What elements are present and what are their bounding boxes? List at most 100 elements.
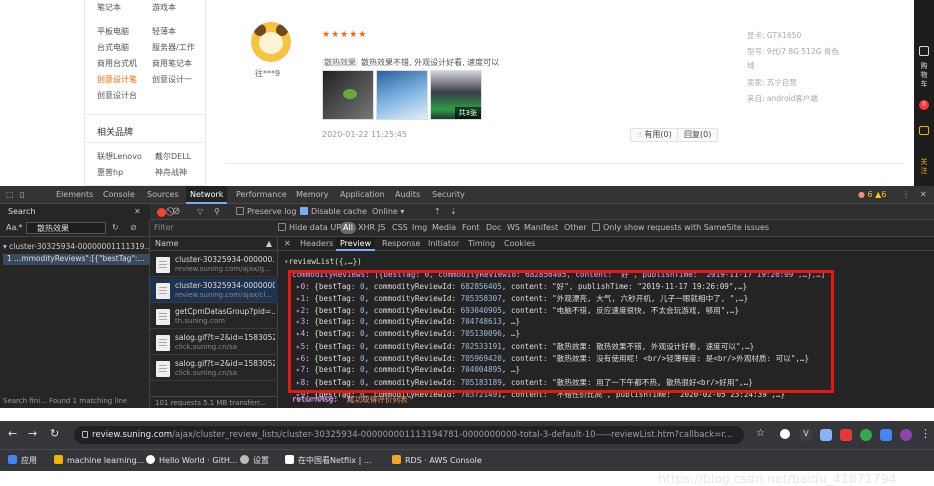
disable-cache-checkbox[interactable]: Disable cache xyxy=(300,204,367,220)
json-commodity-reviews[interactable]: commodityReviews: [{bestTag: 0, commodit… xyxy=(292,269,922,280)
category-link[interactable]: 轻薄本 xyxy=(152,26,207,37)
reply-button[interactable]: 回复(0) xyxy=(677,128,719,142)
refresh-icon[interactable]: ↻ xyxy=(112,220,119,236)
filter-icon[interactable]: ▽ xyxy=(197,204,203,220)
extension-icon[interactable] xyxy=(880,429,892,441)
filter-input[interactable]: Filter xyxy=(154,220,174,236)
json-item-row[interactable]: ▸0: {bestTag: 0, commodityReviewId: 6828… xyxy=(296,281,747,292)
filter-ws[interactable]: WS xyxy=(507,220,520,236)
back-button[interactable]: ← xyxy=(8,428,17,440)
filter-font[interactable]: Font xyxy=(462,220,479,236)
brand-link[interactable]: 神舟战神 xyxy=(155,167,187,178)
json-item-row[interactable]: ▸3: {bestTag: 0, commodityReviewId: 7047… xyxy=(296,317,520,326)
tab-headers[interactable]: Headers xyxy=(300,237,333,251)
samesite-checkbox[interactable]: Only show requests with SameSite issues xyxy=(592,220,769,236)
request-row[interactable]: cluster-30325934-000000... review.suning… xyxy=(150,252,278,277)
json-item-row[interactable]: ▸6: {bestTag: 0, commodityReviewId: 7059… xyxy=(296,353,809,364)
bookmark-item[interactable]: 在中国看Netflix | ... xyxy=(285,454,371,468)
json-item-row[interactable]: ▸4: {bestTag: 0, commodityReviewId: 7051… xyxy=(296,329,520,338)
tab-elements[interactable]: Elements xyxy=(56,186,93,204)
cancel-icon[interactable]: ⊘ xyxy=(130,220,137,236)
tab-initiator[interactable]: Initiator xyxy=(428,237,459,251)
cart-icon[interactable] xyxy=(919,46,929,56)
regex-toggle[interactable]: .* xyxy=(16,220,23,236)
request-row[interactable]: getCpmDatasGroup?pid=... th.suning.com xyxy=(150,304,278,329)
filter-js[interactable]: JS xyxy=(378,220,385,236)
category-link[interactable]: 商用笔记本 xyxy=(152,58,207,69)
json-item-row[interactable]: ▸8: {bestTag: 0, commodityReviewId: 7051… xyxy=(296,377,753,388)
filter-css[interactable]: CSS xyxy=(392,220,408,236)
brand-link[interactable]: 戴尔DELL xyxy=(155,151,191,162)
json-root[interactable]: ▾reviewList({,…}) xyxy=(284,257,362,266)
category-link[interactable]: 游戏本 xyxy=(152,2,207,13)
tab-network[interactable]: Network xyxy=(186,186,228,204)
tab-response[interactable]: Response xyxy=(382,237,420,251)
filter-img[interactable]: Img xyxy=(412,220,427,236)
tab-cookies[interactable]: Cookies xyxy=(504,237,535,251)
extension-icon[interactable] xyxy=(780,429,790,439)
review-photo[interactable] xyxy=(376,70,428,120)
close-detail-icon[interactable]: ✕ xyxy=(284,237,291,251)
category-link[interactable]: 商用台式机 xyxy=(97,58,152,69)
column-header-name[interactable]: Name ▲ xyxy=(150,237,278,251)
filter-doc[interactable]: Doc xyxy=(486,220,501,236)
category-link[interactable]: 笔记本 xyxy=(97,2,152,13)
reload-button[interactable]: ↻ xyxy=(50,428,59,440)
bookmark-apps[interactable]: 应用 xyxy=(8,454,37,468)
category-link[interactable]: 服务器/工作 xyxy=(152,42,207,53)
inspect-icon[interactable]: ⬚ xyxy=(6,186,14,204)
request-row[interactable]: salog.gif?t=2&id=1583052... click.suning… xyxy=(150,356,278,381)
throttling-select[interactable]: Online ▾ xyxy=(372,204,404,220)
category-link[interactable]: 台式电脑 xyxy=(97,42,152,53)
bookmark-item[interactable]: Hello World · GitH... xyxy=(146,454,237,468)
tab-security[interactable]: Security xyxy=(432,186,465,204)
brand-link[interactable]: 惠普hp xyxy=(97,167,123,178)
bookmark-item[interactable]: machine learning... xyxy=(54,454,144,468)
cart-label[interactable]: 购物车 xyxy=(918,62,930,89)
tab-console[interactable]: Console xyxy=(103,186,135,204)
more-options-icon[interactable]: ⋮ xyxy=(902,186,910,204)
request-row-selected[interactable]: cluster-30325934-0000000... review.sunin… xyxy=(150,278,278,303)
filter-all-button[interactable]: All xyxy=(340,222,356,234)
bookmark-item[interactable]: RDS · AWS Console xyxy=(392,454,482,468)
filter-manifest[interactable]: Manifest xyxy=(524,220,558,236)
tab-audits[interactable]: Audits xyxy=(395,186,420,204)
tab-preview[interactable]: Preview xyxy=(336,237,376,251)
match-case-toggle[interactable]: Aa xyxy=(6,220,16,236)
clear-icon[interactable]: ⊘ xyxy=(172,204,180,220)
useful-button[interactable]: ☝ 有用(0) xyxy=(630,128,679,142)
tab-application[interactable]: Application xyxy=(340,186,385,204)
json-item-row[interactable]: ▸7: {bestTag: 0, commodityReviewId: 7040… xyxy=(296,365,520,374)
category-link[interactable]: 创意设计一 xyxy=(152,74,207,85)
filter-media[interactable]: Media xyxy=(432,220,456,236)
tab-timing[interactable]: Timing xyxy=(468,237,495,251)
close-search-icon[interactable]: ✕ xyxy=(134,204,141,220)
record-icon[interactable] xyxy=(157,208,166,217)
favorite-label[interactable]: 关注 xyxy=(918,158,930,176)
review-photo[interactable] xyxy=(322,70,374,120)
brand-link[interactable]: 联想Lenovo xyxy=(97,151,142,162)
json-item-row[interactable]: ▸1: {bestTag: 0, commodityReviewId: 7053… xyxy=(296,293,748,304)
filter-xhr[interactable]: XHR xyxy=(358,220,375,236)
category-link[interactable]: 平板电脑 xyxy=(97,26,152,37)
extension-icon[interactable] xyxy=(820,429,832,441)
preserve-log-checkbox[interactable]: Preserve log xyxy=(236,204,297,220)
extension-v-icon[interactable]: V xyxy=(800,429,812,441)
address-bar[interactable]: review.suning.com/ajax/cluster_review_li… xyxy=(74,426,744,444)
category-link[interactable]: 创意设计笔 xyxy=(97,74,152,85)
bookmark-star-icon[interactable]: ☆ xyxy=(756,428,765,440)
tab-memory[interactable]: Memory xyxy=(296,186,329,204)
request-row[interactable]: salog.gif?t=2&id=1583052... click.suning… xyxy=(150,330,278,355)
export-icon[interactable]: ⇣ xyxy=(450,204,457,220)
forward-button[interactable]: → xyxy=(28,428,37,440)
tab-performance[interactable]: Performance xyxy=(236,186,287,204)
message-icon[interactable] xyxy=(919,126,929,135)
extension-icon[interactable] xyxy=(840,429,852,441)
close-icon[interactable]: ✕ xyxy=(920,186,927,204)
json-item-row[interactable]: ▸5: {bestTag: 0, commodityReviewId: 7025… xyxy=(296,341,754,352)
device-toolbar-icon[interactable]: ▯ xyxy=(20,186,24,204)
search-result-line[interactable]: 1 ...mmodityReviews":[{"bestTag":... xyxy=(3,254,150,265)
import-icon[interactable]: ⇡ xyxy=(434,204,441,220)
json-item-row[interactable]: ▸2: {bestTag: 0, commodityReviewId: 6930… xyxy=(296,305,739,316)
search-input[interactable] xyxy=(26,222,106,234)
